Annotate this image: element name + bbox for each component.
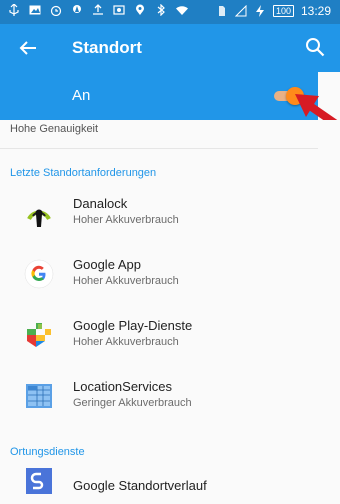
charging-icon [255,5,264,17]
battery-usage: Geringer Akkuverbrauch [73,397,192,409]
app-name: Google App [73,257,141,272]
google-location-history-icon [26,468,52,494]
wifi-icon [176,6,188,15]
location-pin-icon [136,4,144,15]
sim-icon [218,6,225,16]
list-item-google-app[interactable]: Google App Hoher Akkuverbrauch [0,243,318,303]
location-mode[interactable]: Hohe Genauigkeit [10,123,98,135]
list-item-danalock[interactable]: Danalock Hoher Akkuverbrauch [0,182,318,242]
toggle-label: An [72,87,91,104]
status-time: 13:29 [300,4,331,18]
clock-icon [50,5,62,16]
bluetooth-icon [157,4,165,16]
status-bar-right: 100 13:29 [216,4,331,18]
battery-level: 100 [272,5,294,17]
image-icon [29,5,41,15]
recent-requests-title: Letzte Standortanforderungen [10,167,157,179]
app-bar: Standort [0,24,340,72]
upload-icon [93,4,103,15]
service-name: Google Standortverlauf [73,478,207,493]
back-arrow-icon[interactable] [16,36,40,60]
photo-icon [113,5,125,15]
app-name: Danalock [73,196,128,211]
battery-usage: Hoher Akkuverbrauch [73,275,179,287]
location-toggle-bar[interactable]: An [0,72,318,120]
list-item-location-services[interactable]: LocationServices Geringer Akkuverbrauch [0,365,318,425]
battery-usage: Hoher Akkuverbrauch [73,214,179,226]
google-play-services-icon [27,323,51,347]
battery-usage: Hoher Akkuverbrauch [73,336,179,348]
location-icon [73,5,81,13]
list-item-google-play-services[interactable]: Google Play-Dienste Hoher Akkuverbrauch [0,304,318,364]
divider [0,148,318,149]
location-services-icon [26,384,52,408]
danalock-icon [27,209,51,227]
list-item-google-location-history[interactable]: Google Standortverlauf [0,456,318,504]
right-gutter [318,120,340,504]
usb-icon [9,4,19,16]
status-bar: 100 13:29 [0,0,340,24]
status-bar-left [8,4,188,16]
app-name: LocationServices [73,379,172,394]
page-title: Standort [72,38,142,57]
search-icon[interactable] [304,36,326,58]
google-icon [24,259,54,289]
signal-icon [234,5,247,17]
app-name: Google Play-Dienste [73,318,193,333]
